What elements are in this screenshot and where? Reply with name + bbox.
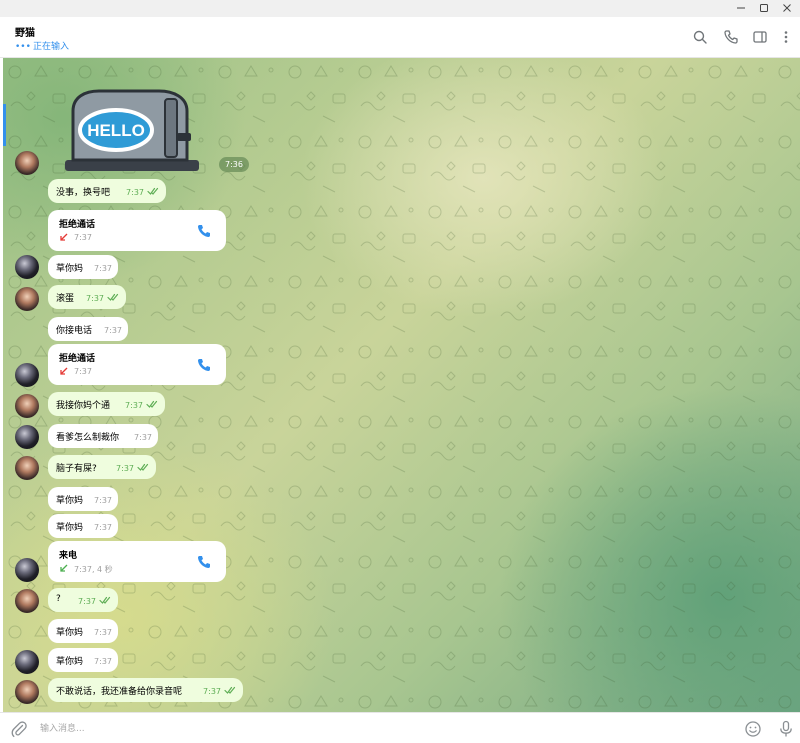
avatar[interactable] [15, 558, 39, 582]
call-message[interactable]: 拒绝通话 7:37 [48, 210, 226, 251]
message-time: 7:37 [94, 264, 112, 273]
call-message[interactable]: 拒绝通话 7:37 [48, 344, 226, 385]
avatar[interactable] [15, 394, 39, 418]
avatar[interactable] [15, 589, 39, 613]
call-message[interactable]: 来电 7:37, 4 秒 [48, 541, 226, 582]
chat-header: 野猫 ••• 正在输入 [0, 17, 800, 58]
read-checkmarks-icon [99, 596, 111, 604]
chat-title[interactable]: 野猫 [15, 24, 35, 39]
message-text: 草你妈 [56, 523, 84, 533]
phone-icon[interactable] [723, 29, 739, 45]
message-text: 草你妈 [56, 628, 84, 638]
chat-history[interactable]: HELLO 7:36 没事，换号吧 7:37 拒绝通话 7:37 草你妈 7:37 滚蛋 7:… [3, 58, 800, 712]
message-time: 7:37 [116, 464, 134, 473]
message-text: 我接你妈个通 [56, 401, 111, 411]
message-input[interactable] [40, 719, 720, 739]
sidebar-toggle-icon[interactable] [752, 29, 768, 45]
message-time: 7:37 [94, 628, 112, 637]
missed-call-arrow-icon [60, 233, 68, 241]
outgoing-message[interactable]: 我接你妈个通 7:37 [48, 392, 165, 416]
message-text: 脑子有屎? [56, 464, 97, 474]
message-time: 7:37 [94, 523, 112, 532]
window-title-bar [0, 0, 800, 17]
call-time: 7:37 [74, 233, 92, 242]
call-time: 7:37, 4 秒 [74, 565, 113, 574]
call-back-phone-icon[interactable] [196, 223, 212, 239]
outgoing-message[interactable]: 不敢说话，我还准备给你录音呢 7:37 [48, 678, 243, 702]
minimize-icon [737, 7, 745, 9]
incoming-message[interactable]: 草你妈 7:37 [48, 514, 118, 538]
read-checkmarks-icon [147, 187, 159, 195]
sticker-timestamp: 7:36 [219, 157, 249, 172]
call-back-phone-icon[interactable] [196, 554, 212, 570]
avatar[interactable] [15, 363, 39, 387]
incoming-message[interactable]: 你接电话 7:37 [48, 317, 128, 341]
outgoing-message[interactable]: 滚蛋 7:37 [48, 285, 126, 309]
message-text: 滚蛋 [56, 294, 75, 304]
hello-toaster-sticker[interactable]: HELLO [63, 89, 201, 173]
close-icon [783, 4, 791, 12]
incoming-message[interactable]: 草你妈 7:37 [48, 648, 118, 672]
minimize-button[interactable] [734, 1, 748, 15]
message-time: 7:37 [134, 433, 152, 442]
message-time: 7:37 [125, 401, 143, 410]
unread-indicator [3, 104, 6, 146]
avatar[interactable] [15, 456, 39, 480]
emoji-icon[interactable] [744, 720, 762, 738]
maximize-icon [760, 4, 768, 12]
read-checkmarks-icon [107, 293, 119, 301]
sticker-label: HELLO [87, 121, 145, 140]
outgoing-message[interactable]: 没事，换号吧 7:37 [48, 179, 166, 203]
maximize-button[interactable] [757, 1, 771, 15]
message-text: 草你妈 [56, 264, 84, 274]
close-button[interactable] [780, 1, 794, 15]
missed-call-arrow-icon [60, 367, 68, 375]
search-icon[interactable] [692, 29, 708, 45]
incoming-call-arrow-icon [60, 564, 68, 572]
incoming-message[interactable]: 看爹怎么制裁你 7:37 [48, 424, 158, 448]
message-text: 你接电话 [56, 326, 93, 336]
message-text: 不敢说话，我还准备给你录音呢 [56, 687, 183, 697]
typing-status-text: 正在输入 [32, 42, 69, 52]
call-title: 拒绝通话 [59, 354, 96, 364]
avatar[interactable] [15, 151, 39, 175]
message-time: 7:37 [203, 687, 221, 696]
call-title: 拒绝通话 [59, 220, 96, 230]
message-time: 7:37 [104, 326, 122, 335]
composer-bar [0, 712, 800, 743]
avatar[interactable] [15, 680, 39, 704]
incoming-message[interactable]: 草你妈 7:37 [48, 619, 118, 643]
outgoing-message[interactable]: ? 7:37 [48, 588, 118, 612]
read-checkmarks-icon [146, 400, 158, 408]
message-text: 看爹怎么制裁你 [56, 433, 120, 443]
message-text: 草你妈 [56, 657, 84, 667]
outgoing-message[interactable]: 脑子有屎? 7:37 [48, 455, 156, 479]
avatar[interactable] [15, 255, 39, 279]
message-time: 7:37 [86, 294, 104, 303]
read-checkmarks-icon [137, 463, 149, 471]
typing-status: ••• 正在输入 [15, 39, 69, 52]
read-checkmarks-icon [224, 686, 236, 694]
message-text: ? [56, 594, 61, 604]
message-text: 没事，换号吧 [56, 188, 111, 198]
call-back-phone-icon[interactable] [196, 357, 212, 373]
incoming-message[interactable]: 草你妈 7:37 [48, 255, 118, 279]
message-time: 7:37 [94, 657, 112, 666]
more-vert-icon[interactable] [778, 29, 794, 45]
avatar[interactable] [15, 650, 39, 674]
avatar[interactable] [15, 287, 39, 311]
typing-dots: ••• [15, 42, 31, 52]
incoming-message[interactable]: 草你妈 7:37 [48, 487, 118, 511]
microphone-icon[interactable] [777, 720, 795, 738]
avatar[interactable] [15, 425, 39, 449]
call-time: 7:37 [74, 367, 92, 376]
call-title: 来电 [59, 551, 78, 561]
message-time: 7:37 [94, 496, 112, 505]
attach-icon[interactable] [10, 720, 28, 738]
message-time: 7:37 [78, 597, 96, 606]
message-time: 7:37 [126, 188, 144, 197]
message-text: 草你妈 [56, 496, 84, 506]
